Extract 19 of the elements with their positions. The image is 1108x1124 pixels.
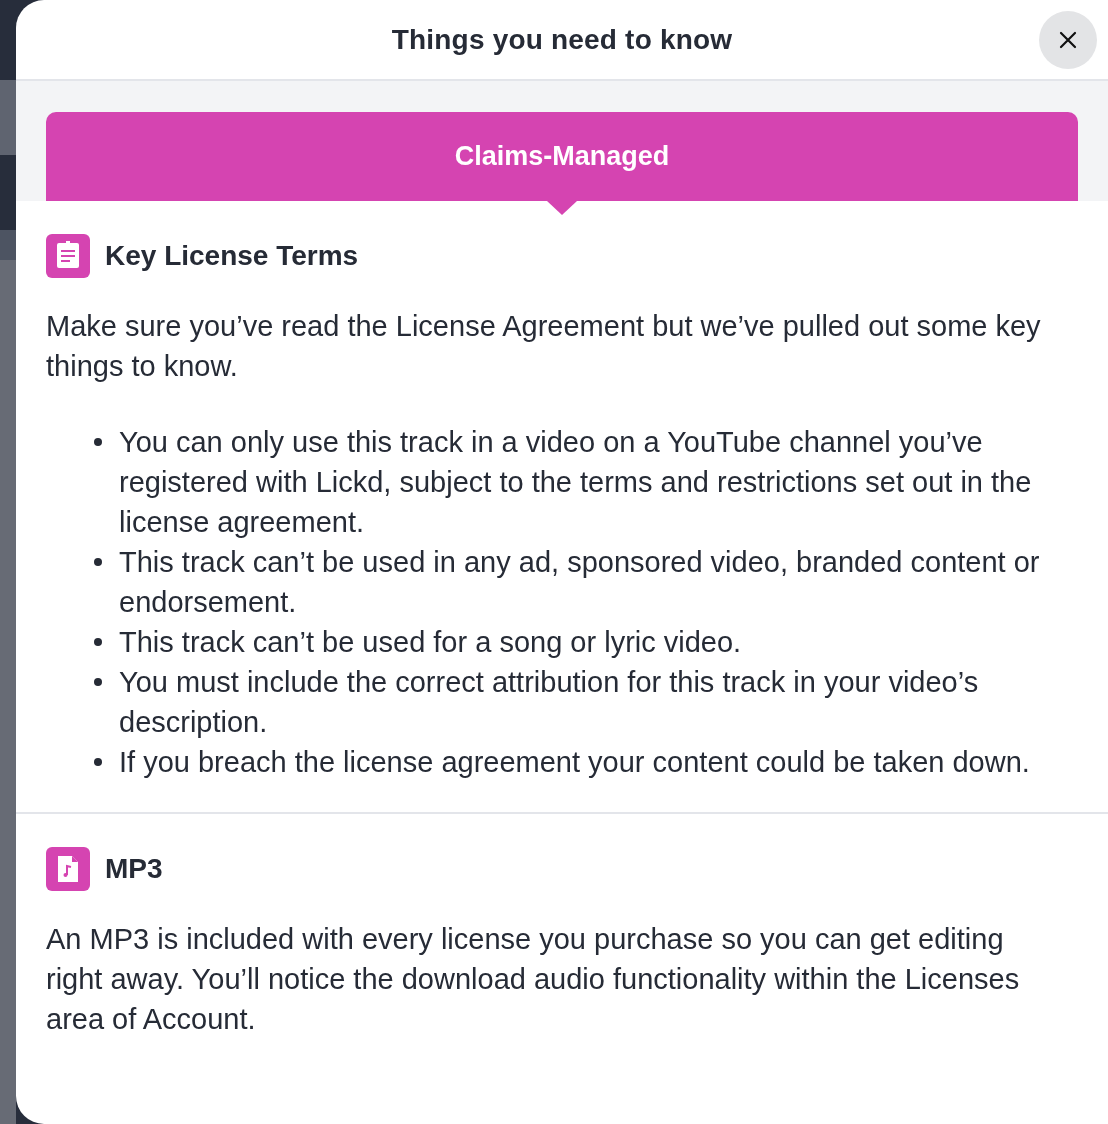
section-heading: Key License Terms <box>105 239 359 273</box>
tab-pointer <box>547 201 577 215</box>
bullet-icon <box>94 758 102 766</box>
list-item: You can only use this track in a video on a YouTube channel you’ve registered with Lickd, subject to the terms and restrictions set out in the license agreement. <box>119 425 1033 540</box>
bullet-icon <box>94 678 102 686</box>
document-icon <box>46 234 90 278</box>
list-item: This track can’t be used in any ad, sponsored video, branded content or endorsement. <box>119 545 1041 620</box>
list-item: This track can’t be used for a song or lyric video. <box>119 625 743 660</box>
bullet-icon <box>94 638 102 646</box>
list-item: If you breach the license agreement your content could be taken down. <box>119 745 1031 780</box>
dialog-title: Things you need to know <box>391 22 733 57</box>
bullet-icon <box>94 558 102 566</box>
music-file-icon <box>46 847 90 891</box>
close-icon <box>1058 30 1078 50</box>
paragraph: An MP3 is included with every license you purchase so you can get editing right away. You’ll notice the download audio functionality within the Licenses area of Account. <box>46 922 1021 1037</box>
bullet-icon <box>94 438 102 446</box>
paragraph: Make sure you’ve read the License Agreement but we’ve pulled out some key things to know. <box>46 309 1042 384</box>
section-heading: MP3 <box>105 852 163 886</box>
list-item: You must include the correct attribution for this track in your video’s description. <box>119 665 980 740</box>
